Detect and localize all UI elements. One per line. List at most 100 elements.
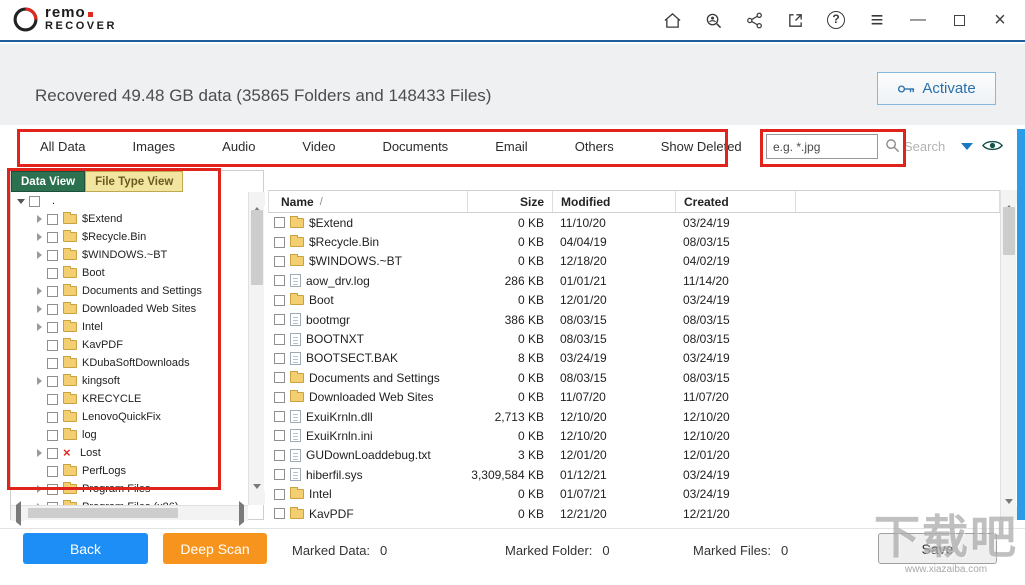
expand-arrow-icon[interactable] [33,426,45,444]
row-checkbox[interactable] [274,469,285,480]
expand-arrow-icon[interactable] [33,480,45,498]
expand-arrow-icon[interactable] [33,300,45,318]
file-row[interactable]: Boot 0 KB 12/01/20 03/24/19 [268,291,1000,310]
table-scroll-up-icon[interactable] [1001,190,1017,204]
row-checkbox[interactable] [274,489,285,500]
row-checkbox[interactable] [274,392,285,403]
tree-item[interactable]: Lost [11,444,248,462]
column-header-modified[interactable]: Modified [553,191,676,212]
filter-tab[interactable]: Documents [382,125,448,167]
row-checkbox[interactable] [274,275,285,286]
row-checkbox[interactable] [274,217,285,228]
expand-arrow-icon[interactable] [33,228,45,246]
row-checkbox[interactable] [274,353,285,364]
scroll-down-icon[interactable] [249,491,265,505]
expand-arrow-icon[interactable] [33,498,45,505]
tree-item[interactable]: . [11,192,248,210]
column-header-created[interactable]: Created [676,191,796,212]
tree-item[interactable]: Downloaded Web Sites [11,300,248,318]
tree-hscroll-thumb[interactable] [28,508,178,518]
row-checkbox[interactable] [274,411,285,422]
tree-item[interactable]: Documents and Settings [11,282,248,300]
tree-checkbox[interactable] [47,358,58,369]
row-checkbox[interactable] [274,256,285,267]
filter-tab[interactable]: Images [133,125,176,167]
column-header-name[interactable]: Name [269,191,468,212]
user-search-icon[interactable] [702,9,724,31]
tree-checkbox[interactable] [47,232,58,243]
tree-checkbox[interactable] [47,340,58,351]
expand-arrow-icon[interactable] [33,282,45,300]
expand-arrow-icon[interactable] [33,336,45,354]
file-row[interactable]: $Recycle.Bin 0 KB 04/04/19 08/03/15 [268,232,1000,251]
tree-item[interactable]: $Recycle.Bin [11,228,248,246]
save-button[interactable]: Save [878,533,997,564]
tree-item[interactable]: LenovoQuickFix [11,408,248,426]
tree-checkbox[interactable] [47,214,58,225]
tree-checkbox[interactable] [47,484,58,495]
tree-checkbox[interactable] [47,376,58,387]
tree-checkbox[interactable] [47,394,58,405]
file-row[interactable]: KavPDF 0 KB 12/21/20 12/21/20 [268,504,1000,523]
minimize-button[interactable]: — [907,9,929,31]
file-row[interactable]: ExuiKrnln.dll 2,713 KB 12/10/20 12/10/20 [268,407,1000,426]
filter-tab[interactable]: All Data [40,125,86,167]
file-row[interactable]: aow_drv.log 286 KB 01/01/21 11/14/20 [268,271,1000,290]
tree-checkbox[interactable] [47,304,58,315]
close-button[interactable]: × [989,9,1011,31]
expand-arrow-icon[interactable] [33,408,45,426]
tree-item[interactable]: kingsoft [11,372,248,390]
tree-checkbox[interactable] [47,448,58,459]
tree-item[interactable]: KavPDF [11,336,248,354]
search-icon[interactable] [885,138,900,158]
filter-tab[interactable]: Email [495,125,528,167]
row-checkbox[interactable] [274,508,285,519]
share-icon[interactable] [743,9,765,31]
maximize-button[interactable] [948,9,970,31]
expand-arrow-icon[interactable] [33,264,45,282]
expand-arrow-icon[interactable] [33,246,45,264]
row-checkbox[interactable] [274,372,285,383]
row-checkbox[interactable] [274,237,285,248]
file-row[interactable]: BOOTSECT.BAK 8 KB 03/24/19 03/24/19 [268,349,1000,368]
table-vertical-scrollbar[interactable] [1000,190,1016,520]
external-link-icon[interactable] [784,9,806,31]
table-scroll-thumb[interactable] [1003,207,1015,255]
expand-arrow-icon[interactable] [33,354,45,372]
tree-checkbox[interactable] [47,322,58,333]
view-tab[interactable]: File Type View [85,171,183,192]
tree-item[interactable]: $Extend [11,210,248,228]
file-row[interactable]: $Extend 0 KB 11/10/20 03/24/19 [268,213,1000,232]
expand-arrow-icon[interactable] [33,444,45,462]
file-row[interactable]: hiberfil.sys 3,309,584 KB 01/12/21 03/24… [268,465,1000,484]
tree-checkbox[interactable] [29,196,40,207]
tree-checkbox[interactable] [47,268,58,279]
tree-item[interactable]: Program Files (x86) [11,498,248,505]
table-scroll-down-icon[interactable] [1001,506,1017,520]
menu-icon[interactable]: ≡ [866,9,888,31]
row-checkbox[interactable] [274,295,285,306]
tree-checkbox[interactable] [47,412,58,423]
row-checkbox[interactable] [274,334,285,345]
file-row[interactable]: BOOTNXT 0 KB 08/03/15 08/03/15 [268,329,1000,348]
tree-checkbox[interactable] [47,250,58,261]
view-tab[interactable]: Data View [11,171,85,192]
tree-item[interactable]: KDubaSoftDownloads [11,354,248,372]
file-row[interactable]: bootmgr 386 KB 08/03/15 08/03/15 [268,310,1000,329]
row-checkbox[interactable] [274,450,285,461]
activate-button[interactable]: Activate [877,72,996,105]
tree-checkbox[interactable] [47,430,58,441]
row-checkbox[interactable] [274,430,285,441]
expand-arrow-icon[interactable] [33,372,45,390]
home-icon[interactable] [661,9,683,31]
row-checkbox[interactable] [274,314,285,325]
tree-item[interactable]: Program Files [11,480,248,498]
preview-eye-icon[interactable] [982,138,1003,158]
filter-tab[interactable]: Others [575,125,614,167]
tree-checkbox[interactable] [47,466,58,477]
tree-item[interactable]: KRECYCLE [11,390,248,408]
back-button[interactable]: Back [23,533,148,564]
tree-horizontal-scrollbar[interactable] [11,505,248,520]
help-icon[interactable]: ? [825,9,847,31]
tree-vertical-scrollbar[interactable] [248,192,264,505]
